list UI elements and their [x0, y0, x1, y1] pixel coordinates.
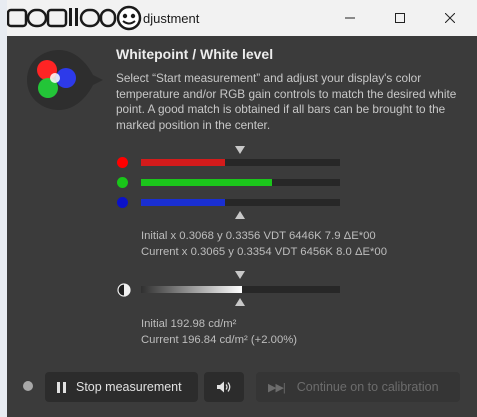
whitepoint-current: Current x 0.3065 y 0.3354 VDT 6456K 8.0 …: [141, 246, 387, 258]
measurement-window: djustment Whitepoint / White level Selec…: [7, 0, 477, 417]
sound-toggle-button[interactable]: [204, 372, 244, 402]
section-heading: Whitepoint / White level: [116, 46, 274, 62]
green-channel-fill: [141, 179, 273, 186]
blue-channel-bar: [141, 199, 340, 206]
red-channel-fill: [141, 159, 225, 166]
skip-forward-icon: ▶▶|: [268, 381, 286, 394]
close-button[interactable]: [427, 0, 473, 36]
blue-channel-dot: [117, 197, 128, 208]
luminance-bar: [141, 286, 340, 293]
luminance-marker-top: [235, 271, 245, 279]
maximize-button[interactable]: [377, 0, 423, 36]
green-channel-bar: [141, 179, 340, 186]
instructions-text: Select “Start measurement” and adjust yo…: [116, 71, 457, 132]
target-marker-top: [235, 146, 245, 154]
status-indicator: [23, 381, 33, 391]
whitepoint-initial: Initial x 0.3068 y 0.3356 VDT 6446K 7.9 …: [141, 230, 376, 242]
rgb-circles-icon: [27, 50, 103, 110]
green-channel-dot: [117, 177, 128, 188]
window-title: djustment: [143, 11, 200, 26]
red-channel-bar: [141, 159, 340, 166]
title-bar: djustment: [7, 0, 477, 36]
stop-measurement-label: Stop measurement: [76, 380, 182, 394]
pause-icon: [57, 381, 67, 393]
luminance-marker-bottom: [235, 298, 245, 306]
luminance-fill: [141, 286, 243, 293]
target-marker-bottom: [235, 211, 245, 219]
red-channel-dot: [117, 157, 128, 168]
minimize-icon: [345, 17, 355, 19]
mobile01-watermark-logo: [7, 5, 142, 31]
stop-measurement-button[interactable]: Stop measurement: [45, 372, 198, 402]
maximize-icon: [395, 13, 405, 23]
blue-channel-fill: [141, 199, 225, 206]
continue-to-calibration-button[interactable]: ▶▶| Continue on to calibration: [256, 372, 460, 402]
half-circle-icon: [117, 283, 131, 297]
luminance-current: Current 196.84 cd/m² (+2.00%): [141, 334, 298, 346]
close-icon: [445, 13, 455, 23]
content-area: Whitepoint / White level Select “Start m…: [7, 36, 477, 417]
speaker-icon: [217, 381, 231, 393]
continue-label: Continue on to calibration: [296, 380, 439, 394]
minimize-button[interactable]: [327, 0, 373, 36]
luminance-initial: Initial 192.98 cd/m²: [141, 318, 237, 330]
